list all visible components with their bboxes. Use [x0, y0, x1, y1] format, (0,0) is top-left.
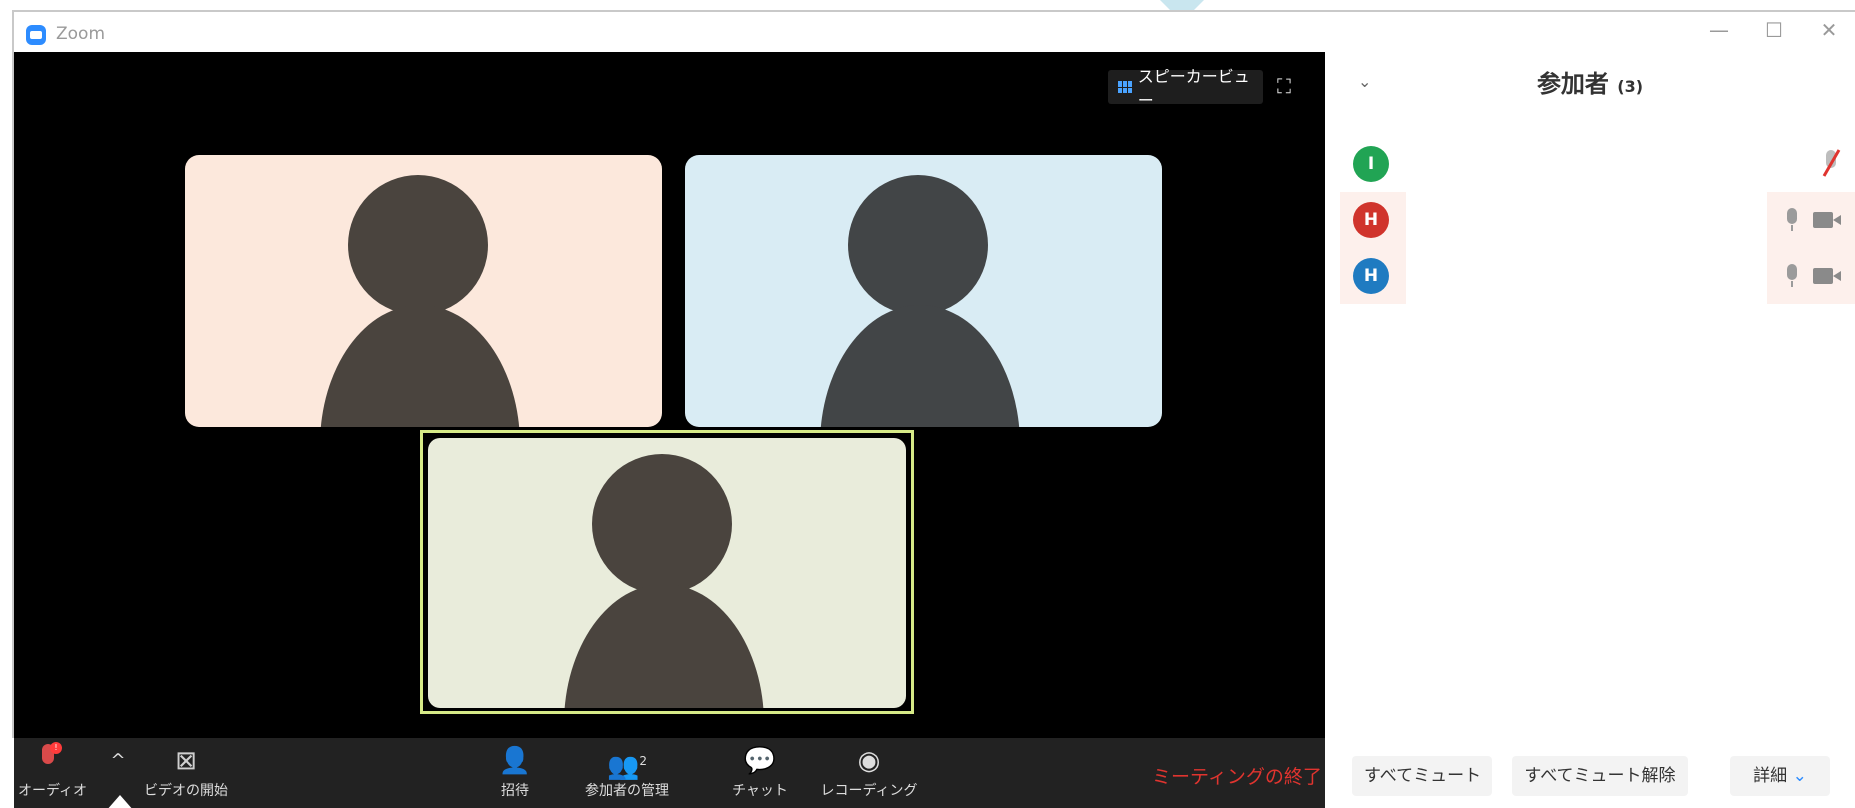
avatar-silhouette-body: [564, 584, 764, 708]
zoom-window: Zoom — ☐ ✕ スピーカービュー ⛶ ! オーディオ ^ ⊠ ビデオの開始: [0, 0, 1855, 808]
participant-video-tile-active[interactable]: [428, 438, 906, 708]
speaker-view-label: スピーカービュー: [1137, 67, 1250, 110]
record-icon: ◉: [857, 746, 881, 776]
manage-participants-button[interactable]: 👥2 参加者の管理: [572, 744, 682, 800]
unmute-all-button[interactable]: すべてミュート解除: [1512, 756, 1688, 796]
mic-muted-icon[interactable]: [1819, 150, 1843, 178]
participant-video-tile[interactable]: [685, 155, 1162, 427]
chevron-down-icon: ⌄: [1792, 766, 1807, 786]
mute-all-button[interactable]: すべてミュート: [1352, 756, 1492, 796]
close-button[interactable]: ✕: [1814, 18, 1844, 42]
chat-icon: 💬: [743, 746, 777, 776]
avatar: I: [1353, 146, 1389, 182]
chat-button[interactable]: 💬 チャット: [730, 744, 790, 800]
minimize-button[interactable]: —: [1704, 18, 1734, 42]
microphone-icon: !: [38, 742, 62, 774]
avatar-silhouette-head: [592, 454, 732, 594]
recording-button[interactable]: ◉ レコーディング: [814, 744, 924, 800]
microphone-icon[interactable]: [1785, 264, 1799, 288]
pointer-arrow-bottom: [106, 795, 134, 808]
audio-label: オーディオ: [18, 783, 88, 799]
panel-footer: すべてミュート すべてミュート解除 詳細 ⌄: [1340, 744, 1855, 808]
start-video-label: ビデオの開始: [144, 783, 228, 799]
participants-panel: ⌄ 参加者 (3) I H H すべてミュート すべてミュート解除 詳細 ⌄: [1340, 52, 1855, 808]
microphone-icon[interactable]: [1785, 208, 1799, 232]
panel-title: 参加者 (3): [1340, 64, 1840, 99]
invite-button[interactable]: 👤 招待: [490, 744, 540, 800]
video-camera-icon[interactable]: [1813, 212, 1843, 228]
meeting-toolbar: ! オーディオ ^ ⊠ ビデオの開始 👤 招待 👥2 参加者の管理 💬 チャット…: [14, 738, 1325, 808]
manage-participants-label: 参加者の管理: [585, 783, 669, 799]
fullscreen-icon[interactable]: ⛶: [1277, 74, 1291, 98]
title-bar: Zoom — ☐ ✕: [12, 10, 1855, 52]
participant-video-tile[interactable]: [185, 155, 662, 427]
zoom-app-icon: [26, 25, 46, 45]
window-title: Zoom: [56, 24, 106, 44]
invite-icon: 👤: [498, 746, 532, 776]
maximize-button[interactable]: ☐: [1759, 18, 1789, 42]
avatar: H: [1353, 202, 1389, 238]
participant-row[interactable]: H: [1340, 192, 1855, 248]
audio-button[interactable]: ! オーディオ: [18, 742, 88, 800]
chat-label: チャット: [732, 783, 788, 799]
audio-options-caret[interactable]: ^: [108, 750, 128, 771]
participant-row[interactable]: H: [1340, 248, 1855, 304]
avatar-silhouette-head: [848, 175, 988, 315]
video-off-icon: ⊠: [175, 746, 197, 776]
recording-label: レコーディング: [820, 783, 918, 799]
invite-label: 招待: [501, 783, 529, 799]
end-meeting-button[interactable]: ミーティングの終了: [1152, 762, 1322, 789]
avatar-silhouette-head: [348, 175, 488, 315]
panel-title-text: 参加者: [1536, 70, 1609, 98]
participant-row[interactable]: I: [1340, 136, 1855, 192]
speaker-view-toggle[interactable]: スピーカービュー: [1108, 67, 1263, 110]
participants-icon: 👥2: [606, 751, 647, 782]
participant-count: (3): [1617, 77, 1644, 96]
grid-view-icon: [1118, 81, 1132, 93]
avatar-silhouette-body: [820, 305, 1020, 427]
more-options-button[interactable]: 詳細 ⌄: [1730, 756, 1830, 796]
avatar: H: [1353, 258, 1389, 294]
avatar-silhouette-body: [320, 305, 520, 427]
video-camera-icon[interactable]: [1813, 268, 1843, 284]
start-video-button[interactable]: ⊠ ビデオの開始: [136, 744, 236, 800]
more-label: 詳細: [1753, 766, 1788, 786]
